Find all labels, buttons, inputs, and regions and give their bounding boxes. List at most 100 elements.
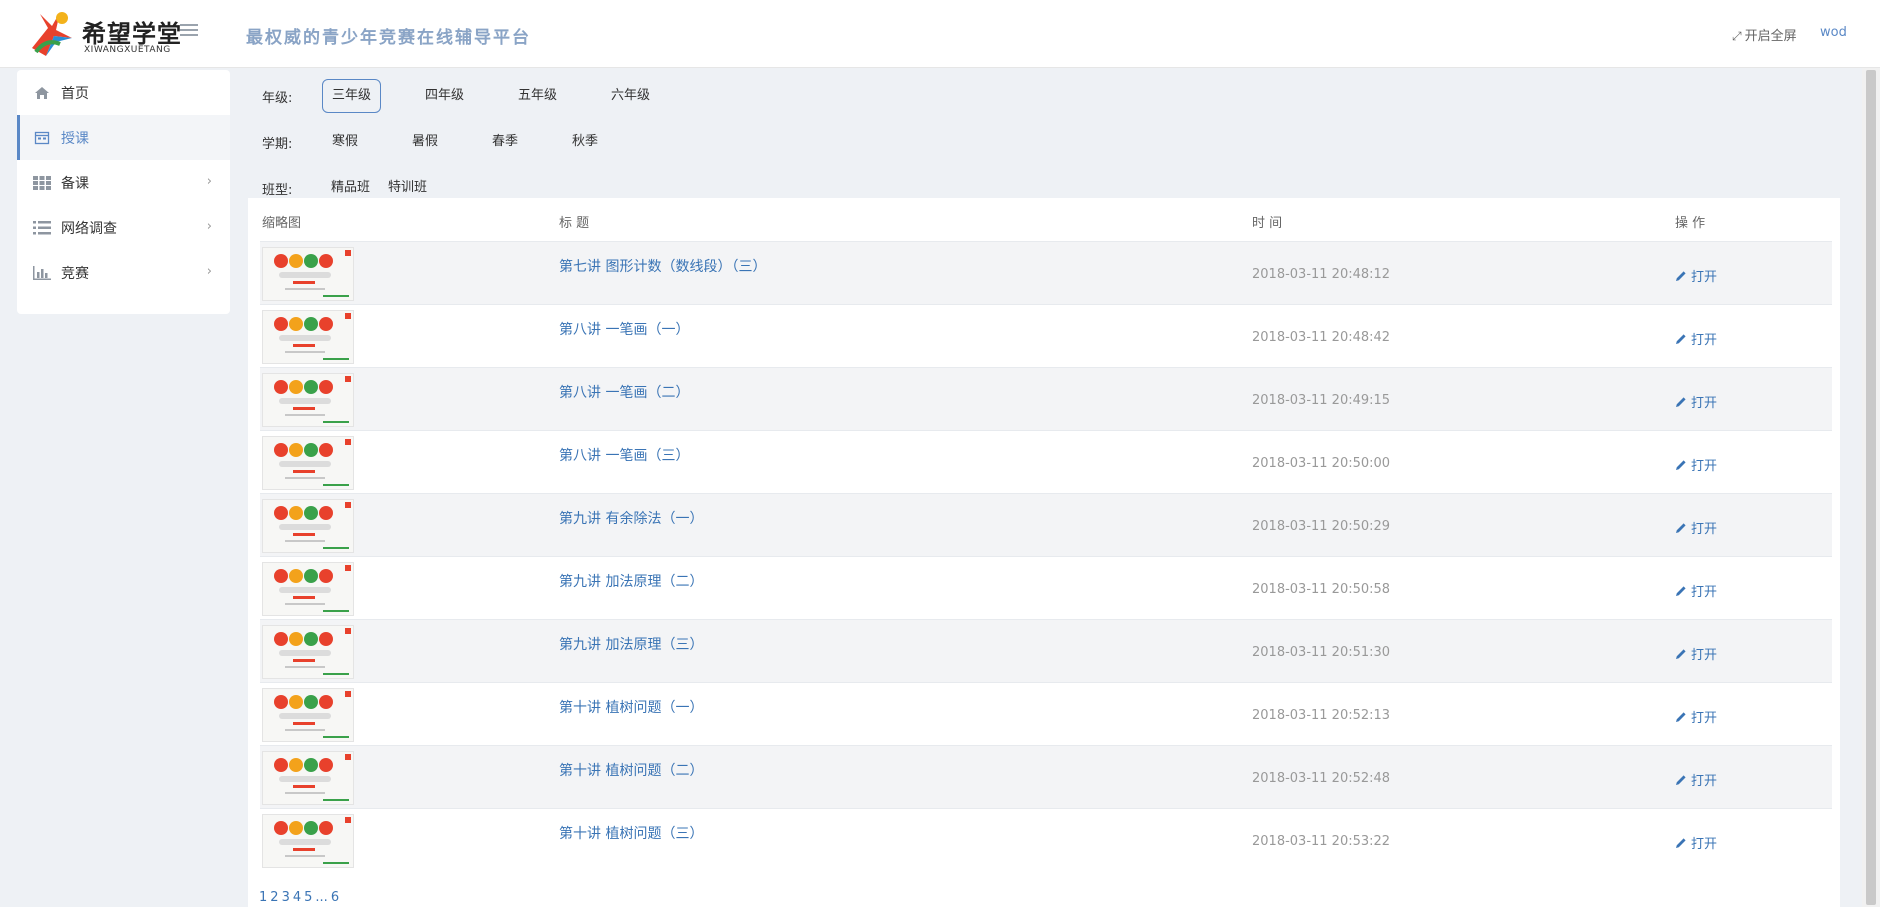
lesson-time: 2018-03-11 20:52:48 [1252,771,1391,786]
open-label: 打开 [1691,648,1718,663]
site-slogan: 最权威的青少年竞赛在线辅导平台 [246,28,531,48]
lesson-thumbnail[interactable] [262,436,354,490]
lesson-thumbnail[interactable] [262,625,354,679]
term-option-autumn[interactable]: 秋季 [562,125,608,159]
pagination-page[interactable]: 5 [304,890,312,905]
pencil-icon [1676,711,1686,722]
fullscreen-label: 开启全屏 [1744,29,1797,44]
brand-logo[interactable]: 希望学堂 XIWANGXUETANG [26,8,181,60]
pagination-page[interactable]: 2 [270,890,278,905]
table-body: 第七讲 图形计数（数线段）（三） 2018-03-11 20:48:12 打开 第八讲… [260,241,1832,871]
grid-icon [33,175,51,191]
open-label: 打开 [1691,270,1718,285]
open-label: 打开 [1691,585,1718,600]
open-button[interactable]: 打开 [1675,455,1717,474]
sidebar-item-survey[interactable]: 网络调查 › [17,205,230,250]
filter-label: 学期: [262,136,293,152]
chevron-right-icon: › [206,219,212,234]
lesson-thumbnail[interactable] [262,814,354,868]
grade-option-4[interactable]: 四年级 [415,79,474,113]
open-label: 打开 [1691,522,1718,537]
lesson-thumbnail[interactable] [262,373,354,427]
pencil-icon [1676,459,1686,470]
open-button[interactable]: 打开 [1675,644,1717,663]
scrollbar-thumb[interactable] [1866,70,1876,905]
lesson-time: 2018-03-11 20:50:29 [1252,519,1391,534]
lesson-title-link[interactable]: 第七讲 图形计数（数线段）（三） [559,256,766,276]
sidebar-item-prepare[interactable]: 备课 › [17,160,230,205]
sidebar-item-label: 竞赛 [61,265,89,282]
term-option-summer[interactable]: 暑假 [402,125,448,159]
pencil-icon [1676,774,1686,785]
table-row: 第十讲 植树问题（一） 2018-03-11 20:52:13 打开 [260,682,1832,745]
grade-option-5[interactable]: 五年级 [508,79,567,113]
lesson-title-link[interactable]: 第十讲 植树问题（一） [559,697,703,717]
lesson-title-link[interactable]: 第九讲 加法原理（三） [559,634,703,654]
fullscreen-button[interactable]: ⤢ 开启全屏 [1732,25,1797,44]
table-row: 第十讲 植树问题（二） 2018-03-11 20:52:48 打开 [260,745,1832,808]
open-button[interactable]: 打开 [1675,266,1717,285]
lesson-title-link[interactable]: 第十讲 植树问题（三） [559,823,703,843]
lesson-thumbnail[interactable] [262,751,354,805]
open-button[interactable]: 打开 [1675,770,1717,789]
lesson-title-link[interactable]: 第九讲 有余除法（一） [559,508,703,528]
menu-toggle-icon[interactable] [180,24,198,40]
lesson-time: 2018-03-11 20:53:22 [1252,834,1391,849]
open-button[interactable]: 打开 [1675,329,1717,348]
lesson-thumbnail[interactable] [262,688,354,742]
open-button[interactable]: 打开 [1675,518,1717,537]
table-row: 第八讲 一笔画（三） 2018-03-11 20:50:00 打开 [260,430,1832,493]
pagination-page[interactable]: 1 [259,890,267,905]
open-button[interactable]: 打开 [1675,833,1717,852]
lesson-time: 2018-03-11 20:51:30 [1252,645,1391,660]
lesson-time: 2018-03-11 20:48:12 [1252,267,1391,282]
sidebar-item-label: 备课 [61,175,89,192]
chevron-right-icon: › [206,174,212,189]
calendar-icon [33,130,51,146]
logo-figure-icon [32,12,72,56]
term-option-winter[interactable]: 寒假 [322,125,368,159]
user-menu[interactable]: wod [1820,25,1847,40]
chevron-right-icon: › [206,264,212,279]
lesson-thumbnail[interactable] [262,499,354,553]
open-label: 打开 [1691,333,1718,348]
sidebar-item-label: 网络调查 [61,220,117,237]
pencil-icon [1676,333,1686,344]
filter-grade: 年级: 三年级 四年级 五年级 六年级 [262,79,694,113]
open-button[interactable]: 打开 [1675,707,1717,726]
open-label: 打开 [1691,837,1718,852]
table-row: 第七讲 图形计数（数线段）（三） 2018-03-11 20:48:12 打开 [260,241,1832,304]
table-row: 第九讲 加法原理（三） 2018-03-11 20:51:30 打开 [260,619,1832,682]
top-header: 希望学堂 XIWANGXUETANG 最权威的青少年竞赛在线辅导平台 ⤢ 开启全屏… [0,0,1880,68]
lesson-title-link[interactable]: 第九讲 加法原理（二） [559,571,703,591]
pencil-icon [1676,522,1686,533]
pagination-page[interactable]: 3 [282,890,290,905]
lesson-thumbnail[interactable] [262,562,354,616]
sidebar-item-home[interactable]: 首页 [17,70,230,115]
open-button[interactable]: 打开 [1675,392,1717,411]
grade-option-6[interactable]: 六年级 [601,79,660,113]
sidebar-item-teaching[interactable]: 授课 [17,115,230,160]
logo-text-cn: 希望学堂 [82,20,182,48]
open-label: 打开 [1691,396,1718,411]
scrollbar[interactable] [1862,68,1880,907]
pagination-page[interactable]: 4 [293,890,301,905]
lesson-title-link[interactable]: 第八讲 一笔画（三） [559,445,689,465]
logo-text-en: XIWANGXUETANG [84,45,171,55]
pagination: 1 2 3 4 5... 6 [259,890,342,905]
grade-option-3[interactable]: 三年级 [322,79,382,113]
lesson-time: 2018-03-11 20:50:00 [1252,456,1391,471]
lesson-title-link[interactable]: 第八讲 一笔画（一） [559,319,689,339]
lesson-title-link[interactable]: 第八讲 一笔画（二） [559,382,689,402]
column-header-thumbnail: 缩略图 [262,216,302,231]
lesson-thumbnail[interactable] [262,247,354,301]
sidebar-item-competition[interactable]: 竞赛 › [17,250,230,295]
pagination-page[interactable]: 6 [331,890,339,905]
sidebar-item-label: 授课 [61,130,89,147]
lesson-thumbnail[interactable] [262,310,354,364]
table-row: 第九讲 有余除法（一） 2018-03-11 20:50:29 打开 [260,493,1832,556]
lesson-title-link[interactable]: 第十讲 植树问题（二） [559,760,703,780]
open-button[interactable]: 打开 [1675,581,1717,600]
term-option-spring[interactable]: 春季 [482,125,528,159]
pencil-icon [1676,837,1686,848]
